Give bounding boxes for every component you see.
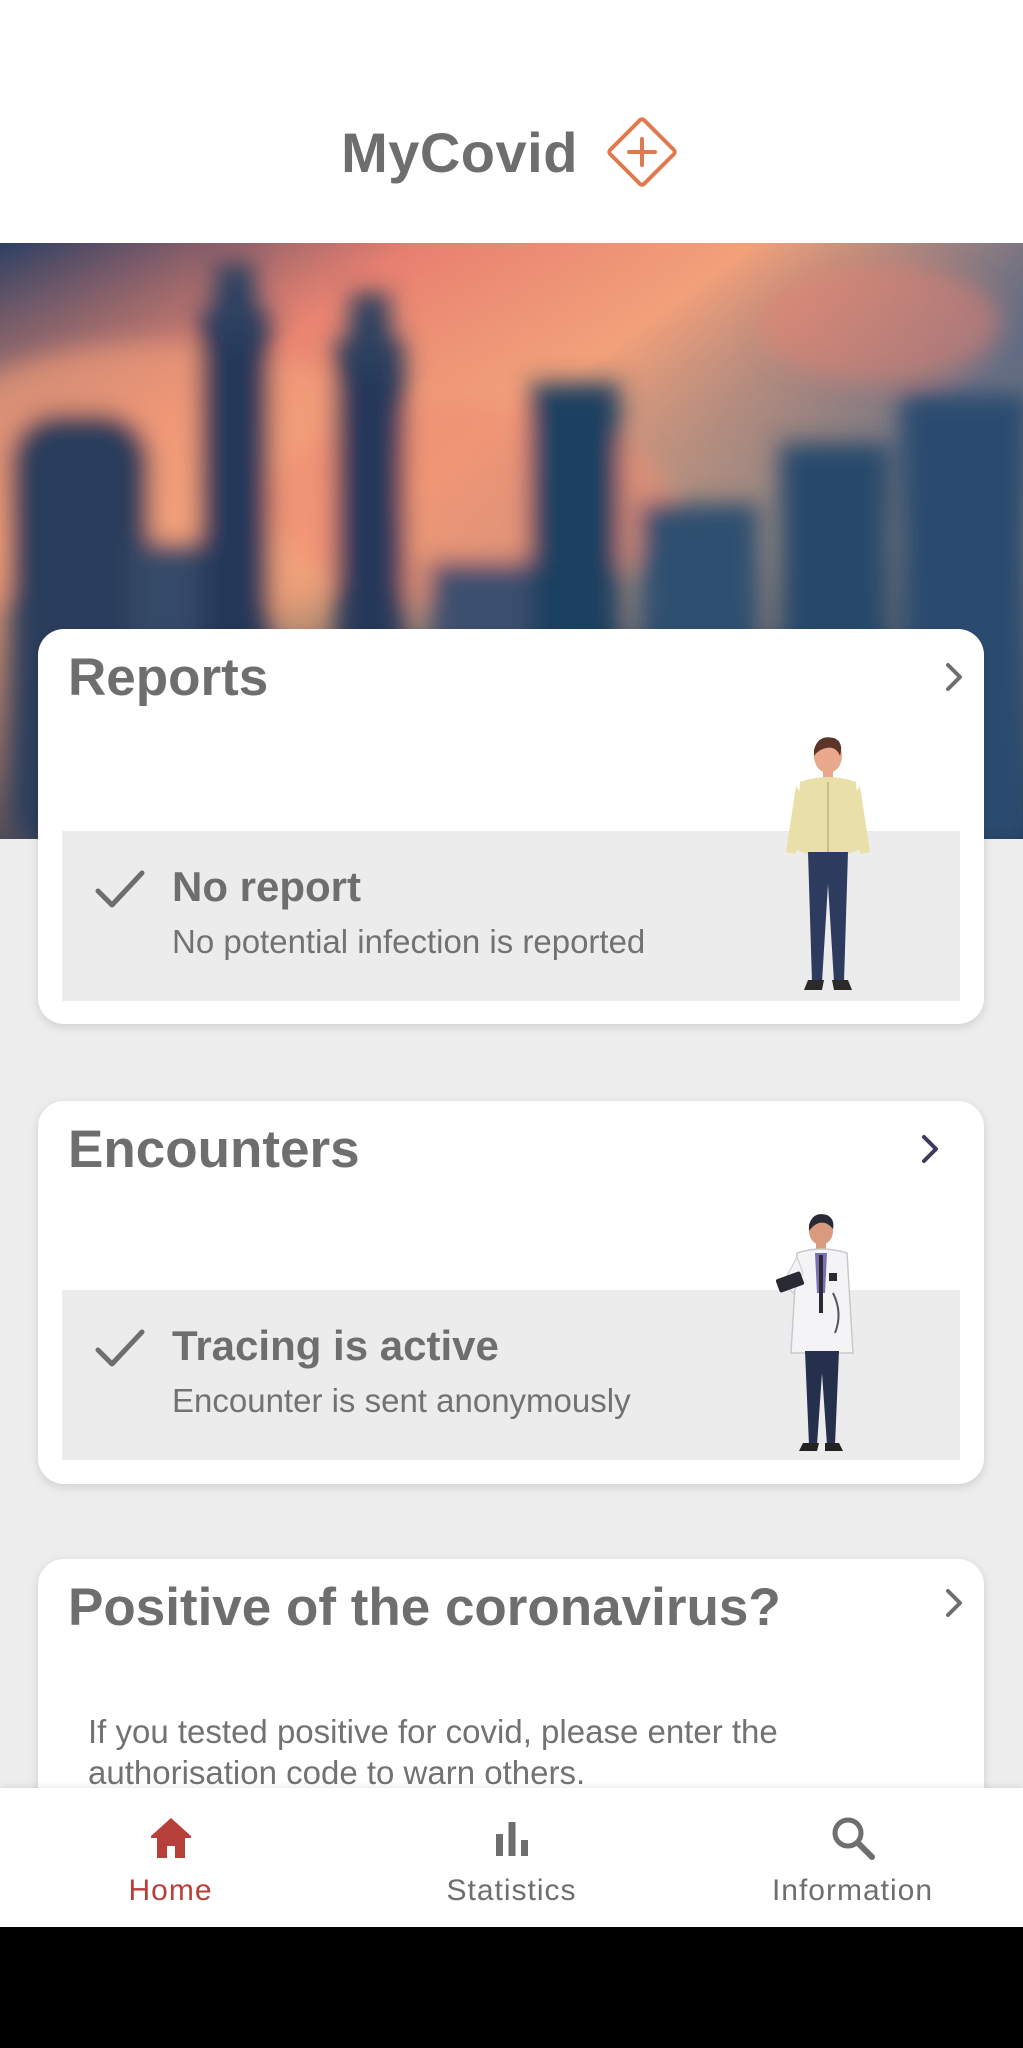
search-icon [832,1817,875,1860]
reports-title: Reports [68,648,269,707]
diamond-plus-icon [607,117,677,187]
reports-status-description: No potential infection is reported [172,923,646,960]
reports-status-title: No report [172,863,361,910]
encounters-status-title: Tracing is active [172,1322,499,1369]
nav-item-home[interactable]: Home [0,1788,341,1927]
encounters-title: Encounters [68,1120,360,1179]
nav-label-statistics: Statistics [446,1874,577,1907]
check-icon [95,870,145,908]
positive-title: Positive of the coronavirus? [68,1578,781,1637]
encounters-status-description: Encounter is sent anonymously [172,1382,631,1419]
app-title-wrap: MyCovid [0,112,1023,192]
home-icon [150,1818,191,1858]
app-title: MyCovid [341,120,578,184]
chevron-right-icon[interactable] [910,1129,950,1169]
chevron-right-icon[interactable] [934,1583,974,1623]
app-screen: MyCovid Reports No report No potential i… [0,0,1023,1927]
standing-man-illustration [786,737,870,990]
positive-body-text: If you tested positive for covid, please… [88,1713,778,1791]
nav-label-home: Home [128,1874,213,1907]
check-icon [95,1329,145,1367]
bottom-nav: Home Statistics Information [0,1788,1023,1927]
reports-card[interactable]: Reports No report No potential infection… [38,629,984,1024]
nav-label-information: Information [771,1874,934,1907]
app-header: MyCovid [0,0,1023,243]
chevron-right-icon[interactable] [934,657,974,697]
bar-chart-icon [495,1822,528,1856]
doctor-illustration [775,1214,854,1451]
nav-item-statistics[interactable]: Statistics [341,1788,682,1927]
encounters-card[interactable]: Encounters Tracing is active Encounter i… [38,1101,984,1484]
nav-item-information[interactable]: Information [682,1788,1023,1927]
